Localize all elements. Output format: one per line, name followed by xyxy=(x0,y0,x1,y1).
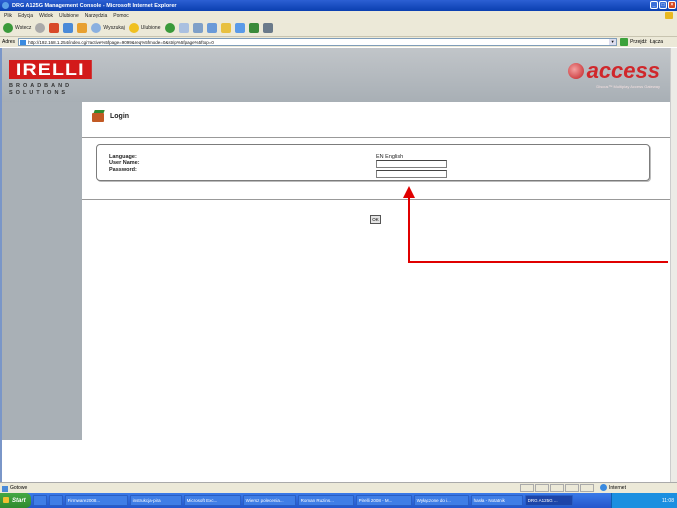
pirelli-wordmark: IRELLI xyxy=(9,60,92,79)
password-input[interactable] xyxy=(376,170,447,178)
vertical-scrollbar[interactable] xyxy=(670,48,677,482)
pirelli-logo: IRELLI BROADBAND SOLUTIONS xyxy=(9,60,92,96)
back-button[interactable]: Wstecz xyxy=(3,23,31,33)
zone-label: Internet xyxy=(609,484,626,491)
search-icon xyxy=(91,23,102,33)
ie-icon xyxy=(2,2,9,9)
messenger-icon[interactable] xyxy=(234,23,245,33)
extra-icon[interactable] xyxy=(262,23,273,33)
taskbar-item-active[interactable]: DRG A125G ... xyxy=(524,495,573,506)
access-swirl-icon xyxy=(567,63,584,79)
maximize-button[interactable]: □ xyxy=(659,1,667,9)
login-house-key-icon xyxy=(92,110,106,123)
star-icon xyxy=(128,23,139,33)
window-controls: _ □ × xyxy=(650,1,676,9)
go-button[interactable]: Przejdź xyxy=(620,38,647,46)
annotation-arrow-line xyxy=(408,198,410,262)
search-button[interactable]: Wyszukaj xyxy=(91,23,125,33)
browser-toolbar: Wstecz Wyszukaj Ulubione xyxy=(0,20,677,37)
favorites-label: Ulubione xyxy=(140,25,161,31)
clock: 11:08 xyxy=(661,497,674,504)
annotation-arrow-line xyxy=(408,261,668,263)
globe-icon xyxy=(600,484,607,491)
menu-bar: Plik Edycja Widok Ulubione Narzędzia Pom… xyxy=(0,11,677,20)
chevron-down-icon[interactable]: ▼ xyxy=(609,39,617,45)
taskbar-item[interactable]: hasła - Notatnik xyxy=(470,495,523,506)
password-label: Password: xyxy=(109,167,137,173)
menu-favorites[interactable]: Ulubione xyxy=(59,13,79,19)
stop-icon[interactable] xyxy=(49,23,60,33)
quick-launch-icon[interactable] xyxy=(48,495,63,506)
taskbar: Start Firmware2008... instrukcja-pira Mi… xyxy=(0,493,677,508)
access-subtitle: Discus™ Multiplay Access Gateway xyxy=(596,84,660,89)
taskbar-item[interactable]: Microsoft Exc... xyxy=(183,495,241,506)
folder-icon[interactable] xyxy=(220,23,231,33)
divider xyxy=(82,199,670,200)
status-bar: Gotowe Internet xyxy=(0,482,677,493)
ok-button[interactable]: OK xyxy=(370,215,381,224)
pirelli-subtitle: BROADBAND SOLUTIONS xyxy=(9,83,73,96)
annotation-arrow-head xyxy=(403,186,415,198)
windows-flag-icon xyxy=(665,12,673,19)
username-input[interactable] xyxy=(376,160,447,168)
taskbar-item[interactable]: Wyłączone do i... xyxy=(413,495,469,506)
page-icon xyxy=(20,40,27,45)
search-label: Wyszukaj xyxy=(103,25,125,31)
status-cells xyxy=(520,484,594,492)
address-label: Adres xyxy=(2,39,16,45)
window-title: DRG A125G Management Console - Microsoft… xyxy=(12,2,177,9)
security-zone: Internet xyxy=(600,484,626,491)
back-label: Wstecz xyxy=(15,25,32,31)
username-label: User Name: xyxy=(109,160,140,166)
go-label: Przejdź xyxy=(630,39,647,45)
login-form: Language: User Name: Password: EN Englis… xyxy=(96,144,650,181)
quick-launch-icon[interactable] xyxy=(32,495,47,506)
login-heading: Login xyxy=(92,110,129,123)
address-bar: Adres http://192.168.1.254/index.cgi?act… xyxy=(0,37,677,47)
back-arrow-icon xyxy=(3,23,13,33)
access-wordmark: access xyxy=(586,58,660,83)
minimize-button[interactable]: _ xyxy=(650,1,658,9)
taskbar-item[interactable]: Wiersz polecenia... xyxy=(242,495,296,506)
left-nav-panel xyxy=(2,102,82,440)
links-label[interactable]: Łącza xyxy=(650,39,663,45)
page-header: IRELLI BROADBAND SOLUTIONS access Discus… xyxy=(2,48,670,102)
status-text: Gotowe xyxy=(0,485,27,492)
edit-icon[interactable] xyxy=(206,23,217,33)
menu-edit[interactable]: Edycja xyxy=(18,13,33,19)
forward-button[interactable] xyxy=(35,23,46,33)
address-input[interactable]: http://192.168.1.254/index.cgi?active%5f… xyxy=(18,38,618,46)
menu-tools[interactable]: Narzędzia xyxy=(85,13,108,19)
divider xyxy=(82,137,670,138)
system-tray: 11:08 xyxy=(611,493,677,508)
taskbar-item[interactable]: Firmware2008... xyxy=(64,495,128,506)
menu-help[interactable]: Pomoc xyxy=(113,13,129,19)
close-button[interactable]: × xyxy=(668,1,676,9)
tool-icon[interactable] xyxy=(248,23,259,33)
favorites-button[interactable]: Ulubione xyxy=(128,23,161,33)
address-url: http://192.168.1.254/index.cgi?active%5f… xyxy=(28,39,214,45)
taskbar-item[interactable]: instrukcja-pira xyxy=(129,495,182,506)
history-icon[interactable] xyxy=(164,23,175,33)
home-icon[interactable] xyxy=(77,23,88,33)
taskbar-item[interactable]: Pirelli 2008 - M... xyxy=(355,495,412,506)
menu-file[interactable]: Plik xyxy=(4,13,12,19)
main-content: Login Language: User Name: Password: EN … xyxy=(82,102,670,482)
start-button[interactable]: Start xyxy=(0,493,31,508)
refresh-icon[interactable] xyxy=(63,23,74,33)
login-title: Login xyxy=(110,113,130,120)
mail-icon[interactable] xyxy=(178,23,189,33)
window-titlebar: DRG A125G Management Console - Microsoft… xyxy=(0,0,677,11)
access-logo: access xyxy=(567,58,660,84)
menu-view[interactable]: Widok xyxy=(39,13,53,19)
web-page: IRELLI BROADBAND SOLUTIONS access Discus… xyxy=(0,48,670,482)
go-arrow-icon xyxy=(620,38,629,46)
taskbar-item[interactable]: Roman Ruzins... xyxy=(297,495,354,506)
print-icon[interactable] xyxy=(192,23,203,33)
